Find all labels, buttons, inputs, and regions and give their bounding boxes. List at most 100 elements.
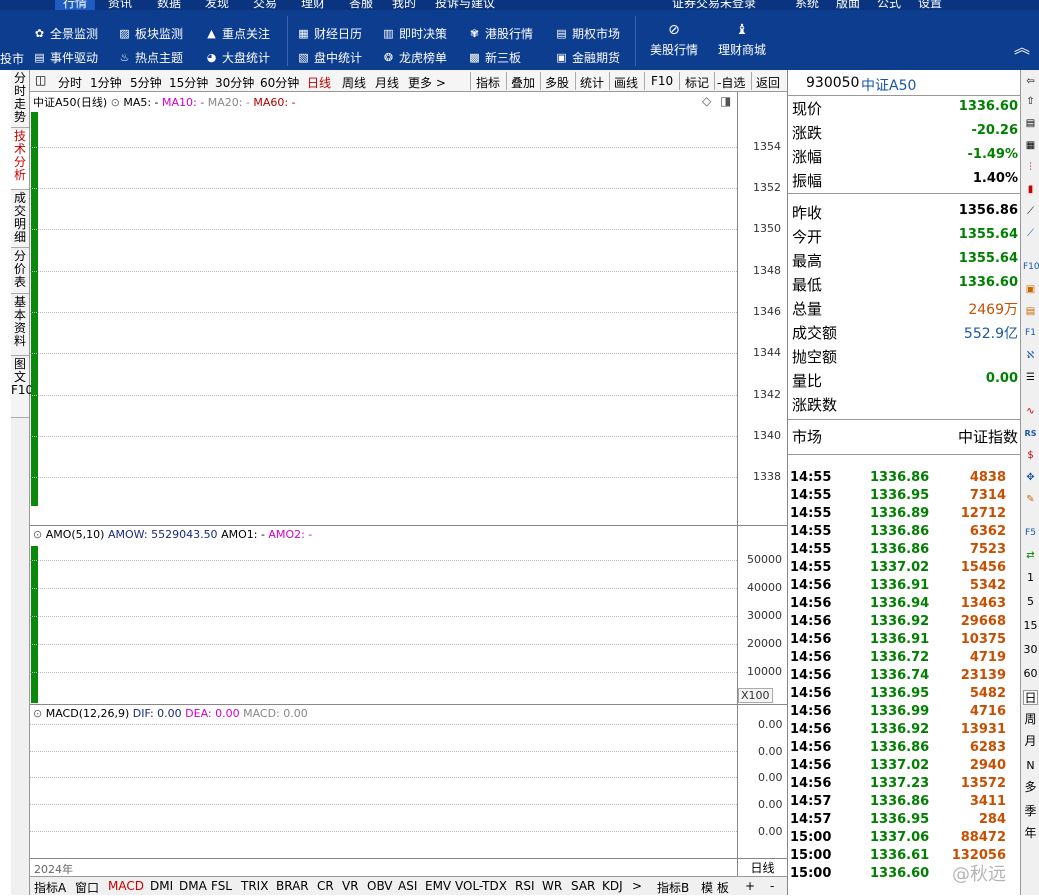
- indicator-button[interactable]: 指标: [476, 74, 500, 91]
- watchlist-remove-button[interactable]: -自选: [717, 74, 745, 91]
- finance-calendar-button[interactable]: ▦ 财经日历: [297, 25, 362, 42]
- period-week-button[interactable]: 周: [1023, 712, 1038, 727]
- tab-dmi[interactable]: DMI: [150, 879, 173, 893]
- table-icon[interactable]: ▦: [1023, 138, 1038, 153]
- period-quarter-button[interactable]: 季: [1023, 804, 1038, 819]
- login-status[interactable]: 证券交易未登录: [672, 0, 756, 10]
- period-60-button[interactable]: 60: [1023, 666, 1038, 681]
- tab-technical-analysis[interactable]: 技术分析: [11, 130, 29, 190]
- tab-sar[interactable]: SAR: [571, 879, 595, 893]
- candlestick-icon[interactable]: ⫶: [1023, 160, 1038, 175]
- dropdown-icon[interactable]: ⊙: [33, 528, 42, 541]
- tab-brar[interactable]: BRAR: [276, 879, 309, 893]
- period-30-button[interactable]: 30: [1023, 642, 1038, 657]
- mark-button[interactable]: 标记: [685, 74, 709, 91]
- period-more[interactable]: 更多 >: [408, 74, 446, 91]
- instant-decision-button[interactable]: ▥ 即时决策: [382, 25, 447, 42]
- period-monthly[interactable]: 月线: [375, 74, 399, 91]
- event-driven-button[interactable]: ▤ 事件驱动: [33, 49, 98, 66]
- dropdown-icon[interactable]: ⊙: [111, 96, 120, 109]
- menu-settings[interactable]: 设置: [918, 0, 942, 10]
- period-day-button[interactable]: 日: [1023, 690, 1038, 705]
- sector-monitor-button[interactable]: ▨ 板块监测: [118, 25, 183, 42]
- draw-line-button[interactable]: 画线: [614, 74, 638, 91]
- period-60min[interactable]: 60分钟: [260, 74, 299, 91]
- new-third-board-button[interactable]: ▩ 新三板: [468, 49, 521, 66]
- toolbar-left-edge[interactable]: 投市: [0, 50, 24, 67]
- window-icon[interactable]: ◨: [720, 94, 731, 108]
- tab-wr[interactable]: WR: [542, 879, 562, 893]
- tab-dma[interactable]: DMA: [179, 879, 207, 893]
- period-daily[interactable]: 日线: [307, 74, 331, 91]
- wave-icon[interactable]: ∿: [1023, 404, 1038, 419]
- period-1-button[interactable]: 1: [1023, 570, 1038, 585]
- tab-cr[interactable]: CR: [317, 879, 334, 893]
- menu-finance[interactable]: 理财: [301, 0, 325, 10]
- period-month-button[interactable]: 月: [1023, 734, 1038, 749]
- period-weekly[interactable]: 周线: [342, 74, 366, 91]
- period-n-button[interactable]: N: [1023, 758, 1038, 773]
- financial-futures-button[interactable]: ▣ 金融期货: [555, 49, 620, 66]
- rsi-icon[interactable]: RS: [1023, 426, 1038, 441]
- us-stocks-button[interactable]: ⊘ 美股行情: [650, 23, 698, 58]
- security-name[interactable]: 中证A50: [861, 75, 916, 95]
- menu-qa[interactable]: 答服: [349, 0, 373, 10]
- panel-toggle-icon[interactable]: ◫: [35, 73, 46, 87]
- collapse-toolbar-icon[interactable]: ︽: [1014, 34, 1030, 58]
- menu-market[interactable]: 行情: [55, 0, 96, 10]
- arrow-left-icon[interactable]: ⇦: [1023, 74, 1038, 89]
- period-year-button[interactable]: 年: [1023, 826, 1038, 841]
- tab-vol-tdx[interactable]: VOL-TDX: [455, 879, 507, 893]
- dragon-tiger-button[interactable]: ❂ 龙虎榜单: [382, 49, 447, 66]
- line-icon[interactable]: ⟋: [1023, 204, 1038, 219]
- tab-intraday[interactable]: 分时走势: [11, 72, 29, 128]
- tab-more-arrow[interactable]: >: [632, 879, 642, 893]
- price-chart-panel[interactable]: 中证A50(日线) ⊙ MA5: - MA10: - MA20: - MA60:…: [30, 92, 737, 526]
- menu-layout[interactable]: 版面: [836, 0, 860, 10]
- tab-vr[interactable]: VR: [342, 879, 359, 893]
- notes-icon[interactable]: ▤: [1023, 304, 1038, 319]
- tab-emv[interactable]: EMV: [425, 879, 451, 893]
- panorama-monitor-button[interactable]: ✿ 全景监测: [33, 25, 98, 42]
- trend-icon[interactable]: ⟋: [1023, 226, 1038, 241]
- tab-fsl[interactable]: FSL: [211, 879, 232, 893]
- period-multi-button[interactable]: 多: [1023, 780, 1038, 795]
- key-focus-button[interactable]: ▲ 重点关注: [205, 25, 270, 42]
- f10-alt-icon[interactable]: F1: [1023, 326, 1038, 341]
- period-intraday[interactable]: 分时: [58, 74, 82, 91]
- period-15-button[interactable]: 15: [1023, 618, 1038, 633]
- period-1min[interactable]: 1分钟: [90, 74, 122, 91]
- tab-asi[interactable]: ASI: [398, 879, 417, 893]
- tab-template[interactable]: 模 板: [701, 879, 729, 896]
- tab-window[interactable]: 窗口: [75, 879, 99, 896]
- menu-feedback[interactable]: 投诉与建议: [435, 0, 495, 10]
- f10-icon[interactable]: F10: [1023, 260, 1039, 275]
- tab-rsi[interactable]: RSI: [515, 879, 535, 893]
- signature-icon[interactable]: ℵ: [1023, 348, 1038, 363]
- tab-price-table[interactable]: 分价表: [11, 250, 29, 294]
- folder-icon[interactable]: ▣: [1023, 282, 1038, 297]
- market-stats-button[interactable]: ◕ 大盘统计: [205, 49, 270, 66]
- hot-topics-button[interactable]: ♨ 热点主题: [118, 49, 183, 66]
- tab-trade-details[interactable]: 成交明细: [11, 192, 29, 248]
- hk-market-button[interactable]: ✾ 港股行情: [468, 25, 533, 42]
- overlay-button[interactable]: 叠加: [511, 74, 535, 91]
- intraday-stats-button[interactable]: ▧ 盘中统计: [297, 49, 362, 66]
- menu-discover[interactable]: 发现: [205, 0, 229, 10]
- menu-trade[interactable]: 交易: [253, 0, 277, 10]
- period-15min[interactable]: 15分钟: [169, 74, 208, 91]
- report-icon[interactable]: ▤: [1023, 116, 1038, 131]
- macd-panel[interactable]: ⊙ MACD(12,26,9) DIF: 0.00 DEA: 0.00 MACD…: [30, 705, 737, 859]
- period-5min[interactable]: 5分钟: [130, 74, 162, 91]
- move-icon[interactable]: ✥: [1023, 470, 1038, 485]
- tab-macd[interactable]: MACD: [108, 879, 144, 893]
- tick-list[interactable]: 14:55 1336.86 4838 14:55 1336.95 7314 14:55 133…: [788, 470, 1020, 890]
- period-5-button[interactable]: 5: [1023, 594, 1038, 609]
- tab-f10[interactable]: 图文F10: [11, 358, 33, 418]
- switch-icon[interactable]: ⇄: [1023, 548, 1038, 563]
- f5-icon[interactable]: F5: [1023, 526, 1038, 541]
- bar-chart-icon[interactable]: ▮: [1023, 182, 1038, 197]
- menu-system[interactable]: 系统: [795, 0, 819, 10]
- f10-button[interactable]: F10: [651, 74, 673, 88]
- tab-kdj[interactable]: KDJ: [602, 879, 623, 893]
